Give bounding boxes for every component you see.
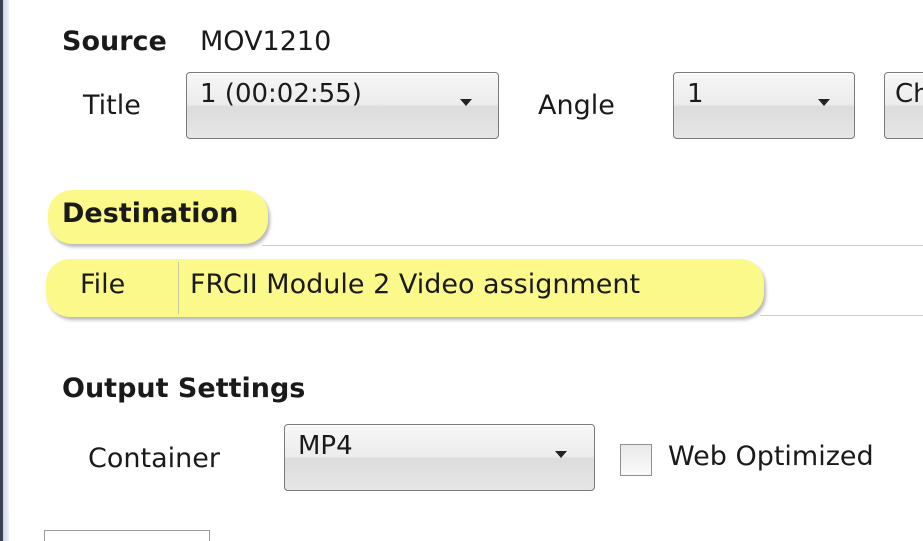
file-label-divider — [178, 262, 179, 314]
file-name-input[interactable]: FRCII Module 2 Video assignment — [190, 269, 640, 301]
chapters-dropdown-value: Ch — [895, 79, 923, 109]
file-label: File — [80, 269, 126, 300]
container-dropdown[interactable]: MP4 — [284, 424, 595, 491]
bottom-control[interactable] — [44, 530, 210, 541]
title-dropdown[interactable]: 1 (00:02:55) — [186, 72, 499, 139]
destination-heading: Destination — [62, 198, 239, 229]
title-dropdown-value: 1 (00:02:55) — [200, 79, 362, 109]
chapters-dropdown[interactable]: Ch — [884, 72, 923, 139]
chevron-down-icon — [818, 99, 830, 106]
angle-label: Angle — [538, 90, 615, 121]
container-dropdown-value: MP4 — [298, 431, 353, 461]
window-left-border — [0, 0, 9, 541]
web-optimized-label[interactable]: Web Optimized — [668, 441, 874, 473]
file-row-divider — [760, 315, 923, 316]
chevron-down-icon — [555, 451, 567, 458]
chevron-down-icon — [460, 99, 472, 106]
title-label: Title — [83, 90, 141, 121]
source-value: MOV1210 — [200, 26, 332, 57]
web-optimized-checkbox[interactable] — [620, 444, 652, 476]
angle-dropdown[interactable]: 1 — [673, 72, 855, 139]
source-label: Source — [62, 26, 167, 57]
destination-divider — [262, 245, 923, 246]
container-label: Container — [88, 443, 220, 474]
output-settings-heading: Output Settings — [62, 373, 306, 404]
angle-dropdown-value: 1 — [687, 79, 704, 109]
